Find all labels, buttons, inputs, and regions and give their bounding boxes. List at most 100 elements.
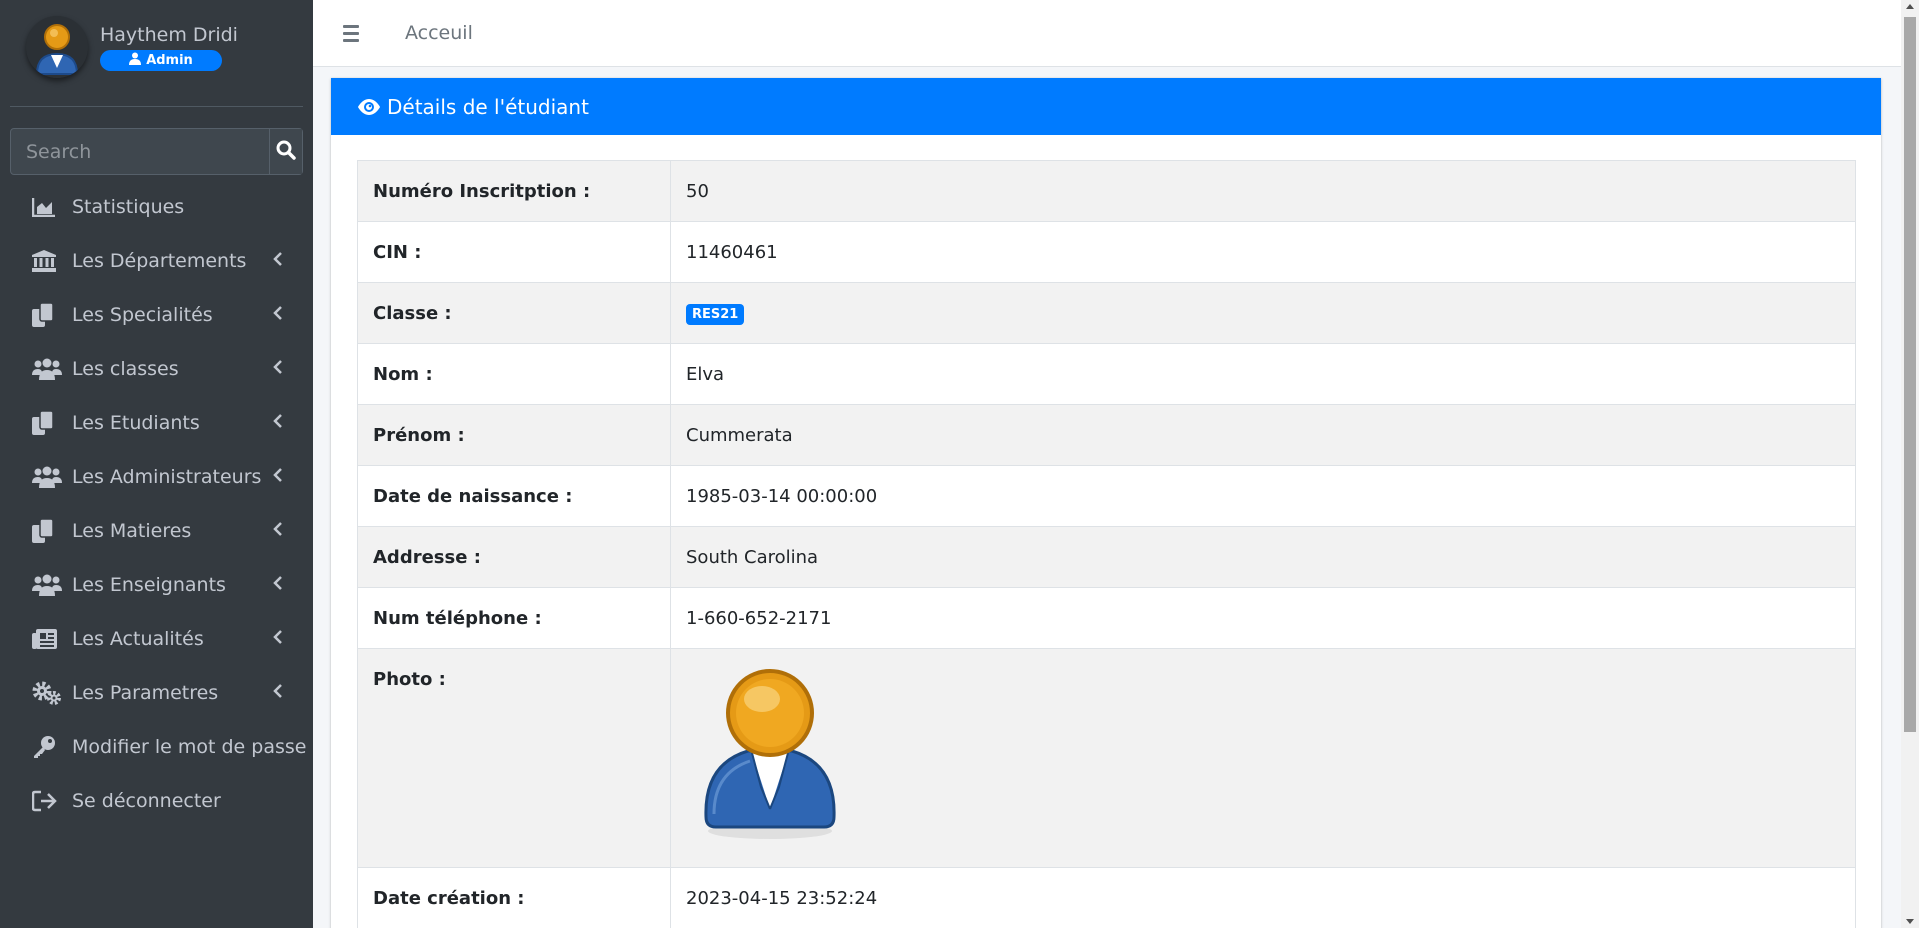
table-row: Photo : bbox=[357, 648, 1856, 868]
field-value: Elva bbox=[670, 343, 1856, 405]
student-details-card: Détails de l'étudiant Numéro Inscritptio… bbox=[331, 78, 1881, 928]
sidebar-item-label: Se déconnecter bbox=[72, 790, 221, 812]
sidebar-item-label: Statistiques bbox=[72, 196, 185, 218]
field-label: Date création : bbox=[357, 867, 671, 928]
sidebar-item-actualites[interactable]: Les Actualités bbox=[0, 612, 313, 666]
sidebar-item-label: Les Enseignants bbox=[72, 574, 226, 596]
chart-area-icon bbox=[32, 194, 62, 220]
chevron-left-icon bbox=[273, 520, 283, 542]
chevron-left-icon bbox=[273, 574, 283, 596]
student-photo bbox=[686, 669, 846, 849]
chevron-left-icon bbox=[273, 358, 283, 380]
field-label: Photo : bbox=[357, 648, 671, 868]
chevron-left-icon bbox=[273, 466, 283, 488]
sidebar-item-classes[interactable]: Les classes bbox=[0, 342, 313, 396]
university-icon bbox=[32, 248, 62, 274]
chevron-left-icon bbox=[273, 628, 283, 650]
chevron-left-icon bbox=[273, 412, 283, 434]
home-link[interactable]: Acceuil bbox=[405, 22, 473, 44]
scroll-up-icon[interactable] bbox=[1906, 4, 1914, 9]
sidebar-item-specialites[interactable]: Les Specialités bbox=[0, 288, 313, 342]
chevron-left-icon bbox=[273, 682, 283, 704]
sidebar-item-se-deconnecter[interactable]: Se déconnecter bbox=[0, 774, 313, 828]
sidebar-item-label: Les classes bbox=[72, 358, 179, 380]
copy-icon bbox=[32, 410, 62, 436]
user-panel: Haythem Dridi Admin bbox=[10, 0, 303, 107]
field-label: Num téléphone : bbox=[357, 587, 671, 649]
sidebar-item-label: Les Etudiants bbox=[72, 412, 200, 434]
student-details-table: Numéro Inscritption : 50 CIN : 11460461 … bbox=[357, 160, 1856, 928]
field-label: Prénom : bbox=[357, 404, 671, 466]
table-row: Classe : RES21 bbox=[357, 282, 1856, 344]
card-title: Détails de l'étudiant bbox=[387, 94, 589, 119]
field-value bbox=[670, 648, 1856, 868]
menu-toggle-button[interactable] bbox=[343, 24, 373, 42]
card-body: Numéro Inscritption : 50 CIN : 11460461 … bbox=[331, 135, 1881, 928]
role-badge: Admin bbox=[100, 50, 222, 71]
field-label: Addresse : bbox=[357, 526, 671, 588]
card-header: Détails de l'étudiant bbox=[331, 78, 1881, 135]
newspaper-icon bbox=[32, 626, 62, 652]
sidebar-item-etudiants[interactable]: Les Etudiants bbox=[0, 396, 313, 450]
hamburger-icon bbox=[343, 24, 359, 28]
sidebar-item-statistiques[interactable]: Statistiques bbox=[0, 180, 313, 234]
field-value: 11460461 bbox=[670, 221, 1856, 283]
sidebar-item-label: Les Parametres bbox=[72, 682, 219, 704]
avatar[interactable] bbox=[26, 16, 88, 78]
field-value: 1-660-652-2171 bbox=[670, 587, 1856, 649]
chevron-left-icon bbox=[273, 304, 283, 326]
user-icon bbox=[129, 52, 142, 69]
role-label: Admin bbox=[146, 53, 193, 68]
table-row: CIN : 11460461 bbox=[357, 221, 1856, 283]
sidebar-item-matieres[interactable]: Les Matieres bbox=[0, 504, 313, 558]
sidebar: Haythem Dridi Admin Statistiques bbox=[0, 0, 313, 928]
cogs-icon bbox=[32, 680, 62, 706]
scrollbar-thumb[interactable] bbox=[1904, 17, 1916, 732]
copy-icon bbox=[32, 518, 62, 544]
table-row: Nom : Elva bbox=[357, 343, 1856, 405]
table-row: Numéro Inscritption : 50 bbox=[357, 160, 1856, 222]
search-icon bbox=[276, 140, 296, 164]
sidebar-item-label: Modifier le mot de passe bbox=[72, 736, 307, 758]
scroll-down-icon[interactable] bbox=[1906, 919, 1914, 924]
sidebar-item-departements[interactable]: Les Départements bbox=[0, 234, 313, 288]
users-icon bbox=[32, 572, 62, 598]
field-value: 50 bbox=[670, 160, 1856, 222]
table-row: Date création : 2023-04-15 23:52:24 bbox=[357, 867, 1856, 928]
sign-out-icon bbox=[32, 788, 62, 814]
page-scrollbar[interactable] bbox=[1901, 0, 1919, 928]
field-label: CIN : bbox=[357, 221, 671, 283]
eye-icon bbox=[357, 98, 381, 116]
table-row: Date de naissance : 1985-03-14 00:00:00 bbox=[357, 465, 1856, 527]
field-label: Date de naissance : bbox=[357, 465, 671, 527]
chevron-left-icon bbox=[273, 250, 283, 272]
field-value: South Carolina bbox=[670, 526, 1856, 588]
sidebar-item-enseignants[interactable]: Les Enseignants bbox=[0, 558, 313, 612]
users-icon bbox=[32, 464, 62, 490]
key-icon bbox=[32, 734, 62, 760]
field-label: Nom : bbox=[357, 343, 671, 405]
field-value: RES21 bbox=[670, 282, 1856, 344]
field-label: Classe : bbox=[357, 282, 671, 344]
copy-icon bbox=[32, 302, 62, 328]
users-icon bbox=[32, 356, 62, 382]
field-value: Cummerata bbox=[670, 404, 1856, 466]
search-button[interactable] bbox=[269, 129, 302, 174]
table-row: Addresse : South Carolina bbox=[357, 526, 1856, 588]
sidebar-item-administrateurs[interactable]: Les Administrateurs bbox=[0, 450, 313, 504]
class-badge: RES21 bbox=[686, 303, 745, 325]
sidebar-nav: Statistiques Les Départements Les Specia… bbox=[0, 180, 313, 828]
sidebar-item-label: Les Actualités bbox=[72, 628, 204, 650]
field-label: Numéro Inscritption : bbox=[357, 160, 671, 222]
sidebar-item-modifier-mot-de-passe[interactable]: Modifier le mot de passe bbox=[0, 720, 313, 774]
sidebar-item-parametres[interactable]: Les Parametres bbox=[0, 666, 313, 720]
sidebar-item-label: Les Specialités bbox=[72, 304, 213, 326]
sidebar-item-label: Les Départements bbox=[72, 250, 247, 272]
user-name[interactable]: Haythem Dridi bbox=[100, 24, 238, 46]
table-row: Num téléphone : 1-660-652-2171 bbox=[357, 587, 1856, 649]
field-value: 2023-04-15 23:52:24 bbox=[670, 867, 1856, 928]
sidebar-item-label: Les Matieres bbox=[72, 520, 192, 542]
search-input[interactable] bbox=[11, 129, 269, 174]
sidebar-search bbox=[10, 128, 303, 175]
top-navbar: Acceuil bbox=[313, 0, 1901, 67]
